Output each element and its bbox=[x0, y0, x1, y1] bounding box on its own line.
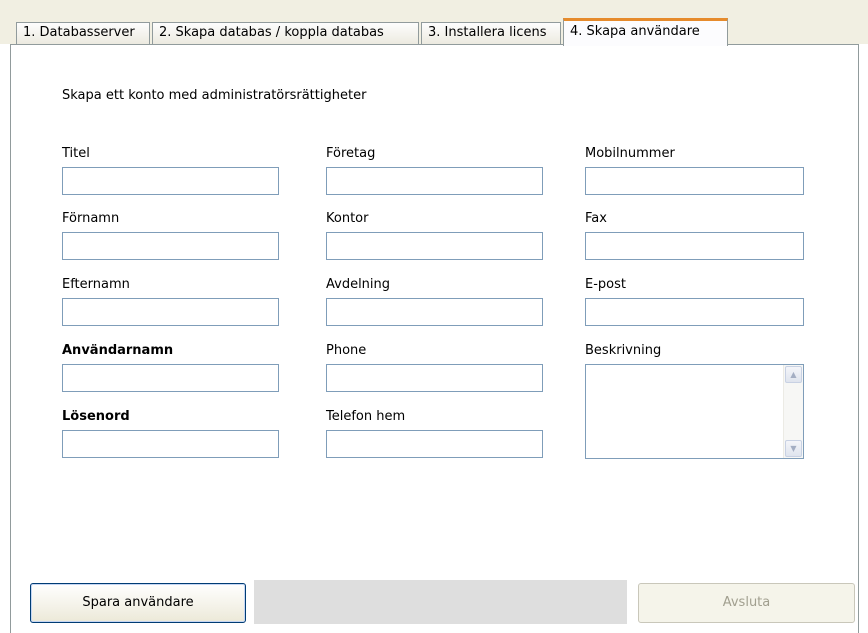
fax-label: Fax bbox=[585, 211, 607, 226]
phone-label: Phone bbox=[326, 343, 367, 358]
mobilnummer-field[interactable] bbox=[585, 167, 804, 195]
anvandarnamn-field[interactable] bbox=[62, 364, 279, 392]
progress-bar bbox=[254, 580, 627, 624]
kontor-label: Kontor bbox=[326, 211, 369, 226]
tab-installera-licens[interactable]: 3. Installera licens bbox=[421, 22, 561, 44]
losenord-field[interactable] bbox=[62, 430, 279, 458]
epost-label: E-post bbox=[585, 277, 626, 292]
losenord-label: Lösenord bbox=[62, 409, 130, 424]
kontor-field[interactable] bbox=[326, 232, 543, 260]
mobilnummer-label: Mobilnummer bbox=[585, 146, 675, 161]
avdelning-label: Avdelning bbox=[326, 277, 391, 292]
efternamn-label: Efternamn bbox=[62, 277, 130, 292]
beskrivning-box: ▲ ▼ bbox=[585, 364, 804, 459]
anvandarnamn-label: Användarnamn bbox=[62, 343, 174, 358]
tab-strip: 1. Databasserver 2. Skapa databas / kopp… bbox=[0, 0, 868, 46]
foretag-field[interactable] bbox=[326, 167, 543, 195]
avdelning-field[interactable] bbox=[326, 298, 543, 326]
fax-field[interactable] bbox=[585, 232, 804, 260]
intro-text: Skapa ett konto med administratörsrättig… bbox=[62, 88, 367, 103]
beskrivning-scrollbar[interactable]: ▲ ▼ bbox=[783, 365, 803, 458]
exit-button[interactable]: Avsluta bbox=[638, 583, 855, 623]
telefon-hem-field[interactable] bbox=[326, 430, 543, 458]
phone-field[interactable] bbox=[326, 364, 543, 392]
tab-skapa-databas[interactable]: 2. Skapa databas / koppla databas bbox=[152, 22, 419, 44]
save-user-button[interactable]: Spara användare bbox=[30, 583, 246, 623]
efternamn-field[interactable] bbox=[62, 298, 279, 326]
titel-field[interactable] bbox=[62, 167, 279, 195]
telefon-hem-label: Telefon hem bbox=[326, 409, 406, 424]
tab-databasserver[interactable]: 1. Databasserver bbox=[16, 22, 150, 44]
fornamn-label: Förnamn bbox=[62, 211, 120, 226]
fornamn-field[interactable] bbox=[62, 232, 279, 260]
beskrivning-label: Beskrivning bbox=[585, 343, 662, 358]
tab-panel bbox=[10, 44, 859, 633]
foretag-label: Företag bbox=[326, 146, 376, 161]
beskrivning-textarea[interactable] bbox=[586, 365, 784, 458]
epost-field[interactable] bbox=[585, 298, 804, 326]
tab-skapa-anvandare[interactable]: 4. Skapa användare bbox=[563, 18, 728, 46]
scroll-down-icon[interactable]: ▼ bbox=[785, 440, 802, 457]
scroll-up-icon[interactable]: ▲ bbox=[785, 366, 802, 383]
titel-label: Titel bbox=[62, 146, 90, 161]
